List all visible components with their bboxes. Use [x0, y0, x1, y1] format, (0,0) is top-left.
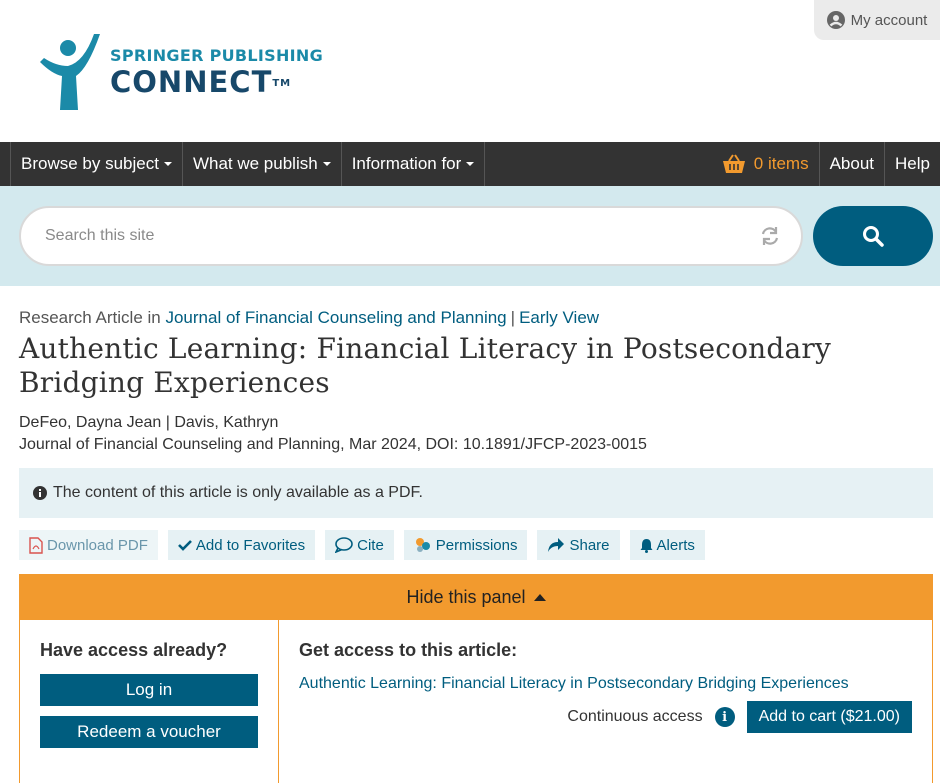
user-circle-icon	[826, 11, 845, 29]
permissions-icon	[415, 538, 430, 552]
download-pdf-button[interactable]: Download PDF	[19, 530, 158, 560]
alerts-button[interactable]: Alerts	[629, 530, 705, 560]
search-band	[0, 186, 940, 286]
bell-icon	[640, 538, 653, 553]
caret-up-icon	[533, 593, 546, 601]
pdf-only-notice: The content of this article is only avai…	[19, 468, 933, 518]
hide-panel-toggle[interactable]: Hide this panel	[20, 574, 932, 620]
springer-connect-logo[interactable]: SPRINGER PUBLISHING CONNECTTM	[38, 32, 323, 112]
article-authors: DeFeo, Dayna Jean | Davis, Kathryn	[19, 414, 279, 431]
share-arrow-icon	[548, 538, 565, 552]
logo-wordmark: CONNECTTM	[110, 64, 292, 99]
basket-icon	[722, 154, 745, 173]
speech-bubble-icon	[335, 537, 353, 553]
purchase-column: Get access to this article: Authentic Le…	[279, 620, 932, 783]
article-section: Research Article in Journal of Financial…	[19, 286, 933, 783]
person-figure-logo-icon	[40, 34, 100, 110]
search-input[interactable]	[45, 227, 725, 245]
existing-access-column: Have access already? Log in Redeem a vou…	[20, 620, 279, 783]
caret-down-icon	[163, 162, 172, 166]
article-breadcrumb: Research Article in Journal of Financial…	[19, 308, 600, 327]
journal-link[interactable]: Journal of Financial Counseling and Plan…	[165, 308, 506, 327]
info-icon[interactable]: i	[714, 707, 735, 727]
nav-what-we-publish[interactable]: What we publish	[181, 142, 341, 186]
my-account-button[interactable]: My account	[814, 0, 940, 40]
nav-information-for[interactable]: Information for	[340, 142, 486, 186]
redeem-voucher-button[interactable]: Redeem a voucher	[40, 716, 258, 748]
add-to-cart-button[interactable]: Add to cart ($21.00)	[746, 701, 912, 733]
site-header: SPRINGER PUBLISHING CONNECTTM My account	[0, 0, 940, 142]
nav-help[interactable]: Help	[884, 142, 940, 186]
article-actions: Download PDF Add to Favorites Cite Permi…	[19, 530, 933, 560]
get-access-heading: Get access to this article:	[299, 640, 518, 660]
search-icon	[863, 226, 884, 247]
add-to-favorites-button[interactable]: Add to Favorites	[167, 530, 316, 560]
article-title: Authentic Learning: Financial Literacy i…	[19, 332, 832, 399]
main-navigation: Browse by subject What we publish Inform…	[0, 142, 940, 186]
search-button[interactable]	[813, 206, 933, 266]
refresh-icon[interactable]	[759, 225, 781, 247]
early-view-link[interactable]: Early View	[519, 308, 599, 327]
purchase-article-link[interactable]: Authentic Learning: Financial Literacy i…	[299, 675, 912, 693]
share-button[interactable]: Share	[537, 530, 620, 560]
cart-link[interactable]: 0 items	[722, 142, 819, 186]
continuous-access-label: Continuous access	[567, 708, 703, 725]
caret-down-icon	[466, 162, 475, 166]
access-panel: Hide this panel Have access already? Log…	[19, 574, 933, 783]
checkmark-icon	[177, 540, 192, 551]
logo-tagline: SPRINGER PUBLISHING	[110, 45, 324, 65]
pdf-file-icon	[29, 536, 43, 554]
search-box	[19, 206, 803, 266]
my-account-label: My account	[850, 11, 928, 29]
have-access-heading: Have access already?	[40, 640, 228, 660]
nav-about[interactable]: About	[818, 142, 884, 186]
nav-browse-by-subject[interactable]: Browse by subject	[10, 142, 182, 186]
info-circle-icon	[33, 486, 47, 500]
article-citation: Journal of Financial Counseling and Plan…	[19, 436, 647, 453]
cart-count: 0 items	[753, 154, 809, 173]
permissions-button[interactable]: Permissions	[403, 530, 528, 560]
caret-down-icon	[322, 162, 331, 166]
log-in-button[interactable]: Log in	[40, 674, 258, 706]
cite-button[interactable]: Cite	[325, 530, 394, 560]
